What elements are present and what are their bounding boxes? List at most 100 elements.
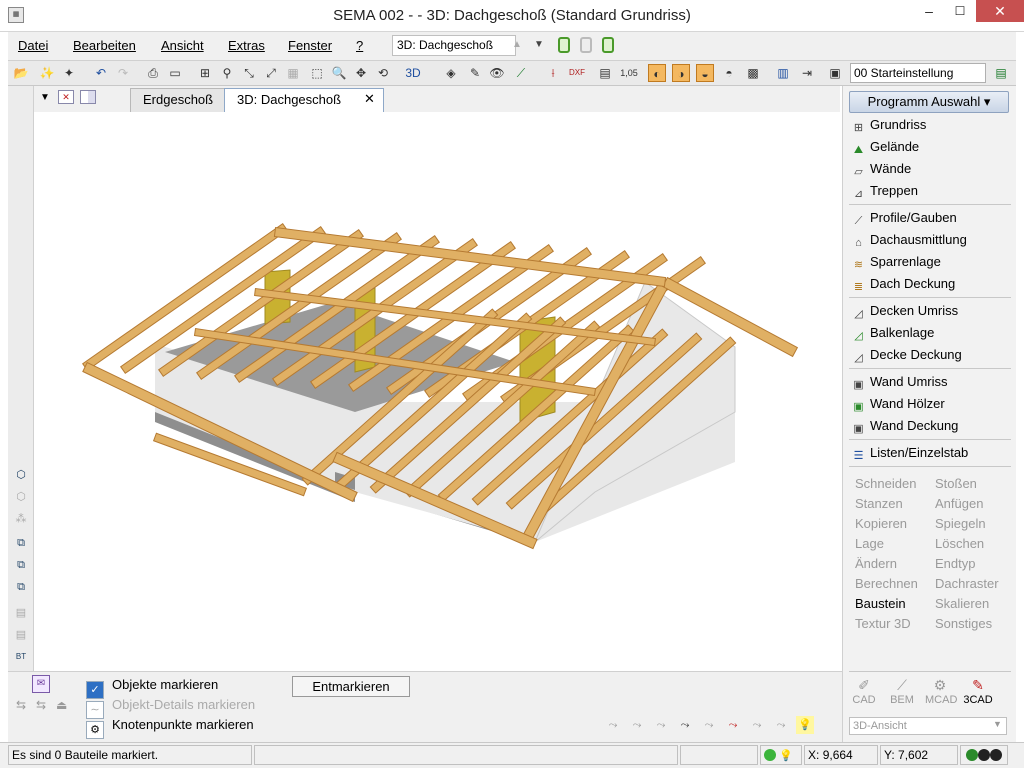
menu-grundriss[interactable]: ⊞ Grundriss (851, 115, 926, 135)
measure-icon[interactable]: ⟋ (512, 64, 530, 82)
3d-view-icon[interactable]: 3D (404, 64, 422, 82)
menu-bearbeiten[interactable]: Bearbeiten (73, 38, 136, 53)
layer-gray-2-icon[interactable]: ▤ (12, 626, 30, 644)
pointer-icon[interactable]: ⚲ (218, 64, 236, 82)
snap-icon-7[interactable]: ⤳ (748, 716, 766, 734)
cmd-anfuegen[interactable]: Anfügen (935, 494, 999, 514)
shading-mode-1-icon[interactable]: ◐ (648, 64, 666, 82)
ansicht-select[interactable]: 3D-Ansicht (849, 717, 1007, 735)
cmd-endtyp[interactable]: Endtyp (935, 554, 999, 574)
cmd-skalieren[interactable]: Skalieren (935, 594, 999, 614)
grid-icon[interactable]: ▦ (284, 64, 302, 82)
cmd-aendern[interactable]: Ändern (855, 554, 918, 574)
redo-icon[interactable]: ↷ (114, 64, 132, 82)
expand-icon[interactable]: ⤢ (262, 64, 280, 82)
snap-icon-6[interactable]: ⤳ (724, 716, 742, 734)
mode-3cad[interactable]: ✎ 3CAD (963, 676, 993, 706)
close-button[interactable]: ✕ (976, 0, 1024, 22)
render-icon[interactable]: ◈ (442, 64, 460, 82)
snap-icon-4[interactable]: ⤳ (676, 716, 694, 734)
snap-icon-3[interactable]: ⤳ (652, 716, 670, 734)
settings-select[interactable]: 00 Starteinstellung (850, 63, 986, 83)
pencil-icon[interactable]: ✎ (466, 64, 484, 82)
scale-label-icon[interactable]: 1,05 (620, 64, 638, 82)
node-gray-icon[interactable]: ⁂ (12, 510, 30, 528)
snap-icon-1[interactable]: ⤳ (604, 716, 622, 734)
dxf-export-icon[interactable]: DXF (568, 64, 586, 82)
dimension-icon[interactable]: ⟊ (544, 64, 562, 82)
properties-icon[interactable]: ▤ (992, 64, 1010, 82)
edit-node-icon[interactable]: ⧉ (12, 534, 30, 552)
cmd-loeschen[interactable]: Löschen (935, 534, 999, 554)
export-icon[interactable]: ⇥ (798, 64, 816, 82)
settings-picture-icon[interactable]: ▣ (826, 64, 844, 82)
menu-wand-hoelzer[interactable]: ▣ Wand Hölzer (851, 394, 944, 414)
cmd-baustein[interactable]: Baustein (855, 594, 918, 614)
cube-gray-icon[interactable]: ⬡ (12, 488, 30, 506)
cmd-stanzen[interactable]: Stanzen (855, 494, 918, 514)
mode-bem[interactable]: ⟋ BEM (887, 676, 917, 706)
cube-icon[interactable]: ⬡ (12, 466, 30, 484)
cmd-berechnen[interactable]: Berechnen (855, 574, 918, 594)
magnifier-icon[interactable]: 🔍 (330, 64, 348, 82)
menu-decke-deckung[interactable]: ◿ Decke Deckung (851, 345, 962, 365)
mode-mcad[interactable]: ⚙ MCAD (925, 676, 957, 706)
lock-gray-icon[interactable] (580, 37, 592, 53)
menu-help[interactable]: ? (356, 38, 363, 53)
menu-extras[interactable]: Extras (228, 38, 265, 53)
menu-sparrenlage[interactable]: ≋ Sparrenlage (851, 252, 941, 272)
zoom-fit-icon[interactable]: ⊞ (196, 64, 214, 82)
lock-open-icon[interactable] (602, 37, 614, 53)
menu-wand-deckung[interactable]: ▣ Wand Deckung (851, 416, 958, 436)
down-arrow-icon[interactable]: ▼ (534, 39, 544, 50)
tab-close-icon[interactable]: ✕ (364, 91, 375, 107)
3d-viewport[interactable] (35, 112, 841, 670)
mode-cad[interactable]: ✐ CAD (849, 676, 879, 706)
marker-mode-icon[interactable]: ✉ (32, 675, 50, 693)
menu-treppen[interactable]: ⊿ Treppen (851, 181, 918, 201)
menu-profile-gauben[interactable]: ⟋ Profile/Gauben (851, 208, 957, 228)
select-icon-1[interactable]: ⇆ (16, 698, 26, 712)
option-mark-objects[interactable]: ✓ Objekte markieren (86, 676, 218, 699)
window-close-icon[interactable]: ✕ (58, 90, 74, 104)
menu-datei[interactable]: Datei (18, 38, 48, 53)
eye-icon[interactable]: 👁 (488, 64, 506, 82)
menu-dachausmittlung[interactable]: ⌂ Dachausmittlung (851, 230, 967, 250)
cmd-stossen[interactable]: Stoßen (935, 474, 999, 494)
snap-icon-5[interactable]: ⤳ (700, 716, 718, 734)
dropdown-icon[interactable]: ▼ (40, 92, 50, 103)
cmd-dachraster[interactable]: Dachraster (935, 574, 999, 594)
snap-icon-8[interactable]: ⤳ (772, 716, 790, 734)
hatch-icon[interactable]: ▤ (596, 64, 614, 82)
select-icon-2[interactable]: ⇆ (36, 698, 46, 712)
select-icon-3[interactable]: ⏏ (56, 698, 67, 712)
menu-balkenlage[interactable]: ◿ Balkenlage (851, 323, 934, 343)
lightbulb-icon[interactable]: 💡 (796, 716, 814, 734)
program-select-button[interactable]: Programm Auswahl ▾ (849, 91, 1009, 113)
pan-icon[interactable]: ✥ (352, 64, 370, 82)
layer-gray-icon[interactable]: ▤ (12, 604, 30, 622)
texture-icon[interactable]: ▩ (744, 64, 762, 82)
option-mark-details[interactable]: ∼ Objekt-Details markieren (86, 696, 255, 719)
cmd-schneiden[interactable]: Schneiden (855, 474, 918, 494)
menu-dach-deckung[interactable]: ≣ Dach Deckung (851, 274, 955, 294)
book-icon[interactable]: ▥ (774, 64, 792, 82)
snap-icon-2[interactable]: ⤳ (628, 716, 646, 734)
shading-mode-4-icon[interactable]: ◓ (720, 64, 738, 82)
lock-green-icon[interactable] (558, 37, 570, 53)
cmd-textur-3d[interactable]: Textur 3D (855, 614, 918, 634)
tab-3d-dachgeschoss[interactable]: 3D: Dachgeschoß (224, 88, 384, 112)
view-select[interactable]: 3D: Dachgeschoß (392, 35, 516, 56)
cmd-kopieren[interactable]: Kopieren (855, 514, 918, 534)
magic-wand-icon[interactable]: ✨ (38, 64, 56, 82)
menu-wand-umriss[interactable]: ▣ Wand Umriss (851, 372, 947, 392)
shading-mode-2-icon[interactable]: ◑ (672, 64, 690, 82)
unmark-button[interactable]: Entmarkieren (292, 676, 410, 697)
edit-node-2-icon[interactable]: ⧉ (12, 556, 30, 574)
option-mark-nodes[interactable]: ⚙ Knotenpunkte markieren (86, 716, 254, 739)
menu-ansicht[interactable]: Ansicht (161, 38, 204, 53)
cmd-sonstiges[interactable]: Sonstiges (935, 614, 999, 634)
menu-gelaende[interactable]: ⛰ Gelände (851, 137, 919, 157)
shading-mode-3-icon[interactable]: ◒ (696, 64, 714, 82)
menu-waende[interactable]: ▱ Wände (851, 159, 911, 179)
